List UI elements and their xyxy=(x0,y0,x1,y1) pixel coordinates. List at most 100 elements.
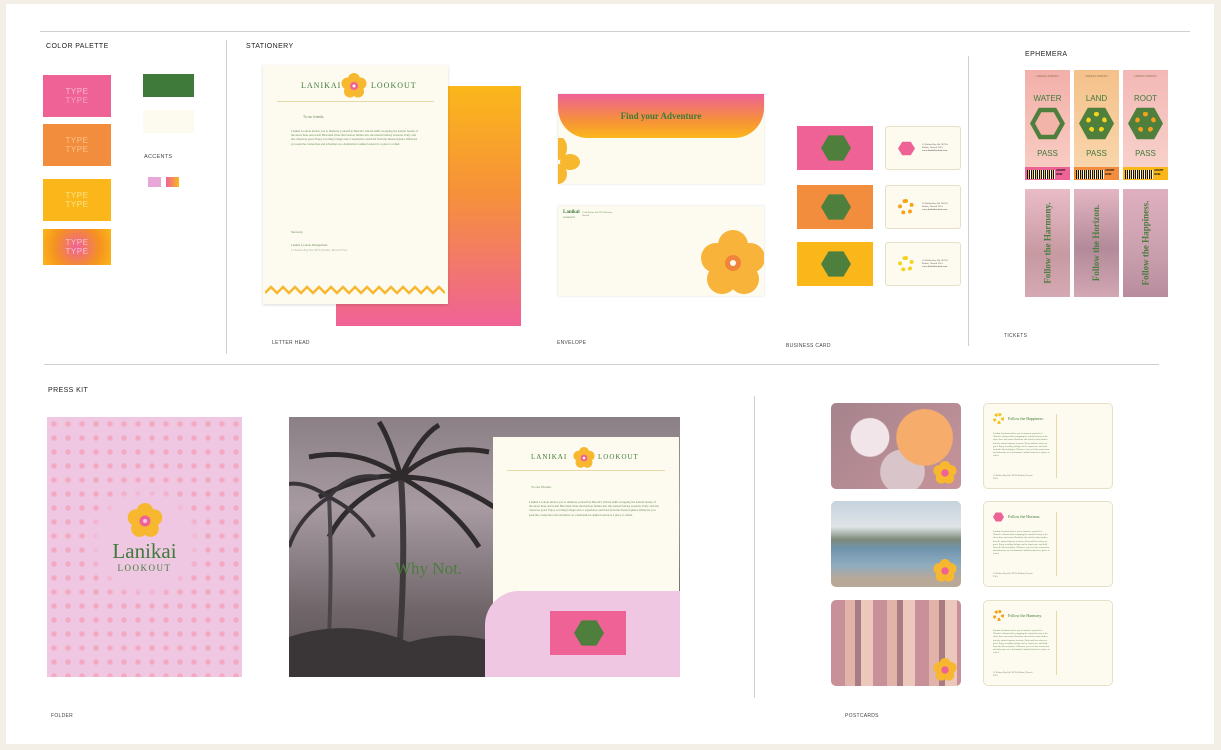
press-kit-tagline: Why Not. xyxy=(395,559,463,578)
card-back-sun-icon xyxy=(898,199,914,215)
card-hex-logo-icon xyxy=(821,251,851,277)
postcard-title: Follow the Harmony. xyxy=(1008,613,1043,618)
postcard-title: Follow the Happiness. xyxy=(1008,416,1044,421)
postcard-title: Follow the Horizon. xyxy=(1008,514,1041,519)
swatch-yellow-text1: TYPE xyxy=(65,191,89,200)
envelope-flap-text: Find your Adventure xyxy=(620,111,702,121)
divider-palette xyxy=(226,40,227,354)
mood-board: COLOR PALETTE TYPE TYPE TYPE TYPE TYPE T… xyxy=(6,4,1214,744)
letterhead-sheet: LANIKAI LOOKOUT To our friends, Lanikai … xyxy=(263,65,448,304)
ticket-brand: LANIKAI LOOKOUT xyxy=(1134,75,1157,78)
card-hex-logo-icon xyxy=(821,135,851,161)
ticket-sun-icon xyxy=(1135,112,1156,133)
postcard-sun-icon xyxy=(993,413,1004,424)
folder-brand-sub: LOOKOUT xyxy=(117,563,172,573)
postcard-flower-badge-icon xyxy=(933,658,957,681)
mid-divider xyxy=(44,364,1159,365)
letter-closing: Sincerely, xyxy=(291,230,303,234)
envelope-return-addr: 1234 Kailua Rd 96734 Kailua, Hawaii xyxy=(582,211,613,217)
card-web: www.lanikailookout.com xyxy=(922,149,948,152)
press-letter-brand-word2: LOOKOUT xyxy=(598,453,639,461)
press-kit-card xyxy=(550,611,626,655)
swatch-orange-text2: TYPE xyxy=(65,145,89,154)
press-letter-rule xyxy=(507,470,665,471)
envelope-back: Find your Adventure xyxy=(558,94,764,184)
folder: Lanikai LOOKOUT xyxy=(47,417,242,677)
letterhead-brand-word1: LANIKAI xyxy=(301,81,342,90)
accents-label: ACCENTS xyxy=(144,154,173,160)
postcard-back-2: Follow the Horizon. Lanikai Lookout invi… xyxy=(983,501,1113,587)
ticket-admit: ADMIT ONE xyxy=(1056,168,1066,176)
card-back-2: 12 Kailua Bay Rd. 96734 Kailua, Hawaii U… xyxy=(885,185,961,229)
ticket-root: LANIKAI LOOKOUT ROOT PASS ADMIT ONE xyxy=(1123,70,1168,180)
tickets-label: TICKETS xyxy=(1004,333,1028,339)
letter-body: Lanikai Lookout invites you to immerse y… xyxy=(291,129,419,146)
section-title-press-kit: PRESS KIT xyxy=(48,387,89,394)
vticket-horizon: Follow the Horizon. xyxy=(1074,189,1119,297)
flower-logo-icon xyxy=(341,73,367,98)
letter-address: 12 Kailua Bay Rd. 96734 Kailua, Hawaii U… xyxy=(291,248,348,252)
folder-brand-name: Lanikai xyxy=(112,539,177,563)
postcard-divider xyxy=(1056,611,1057,675)
swatch-gradient-text1: TYPE xyxy=(65,238,89,247)
card-web: www.lanikailookout.com xyxy=(922,265,948,268)
ticket-water: LANIKAI LOOKOUT WATER PASS ADMIT ONE xyxy=(1025,70,1070,180)
section-title-stationery: STATIONERY xyxy=(246,43,294,50)
ticket-title: WATER xyxy=(1033,94,1062,103)
vticket-harmony: Follow the Harmony. xyxy=(1025,189,1070,297)
postcard-body: Lanikai Lookout invites you to immerse y… xyxy=(993,629,1050,655)
postcard-flower-badge-icon xyxy=(933,461,957,484)
swatch-pink-text2: TYPE xyxy=(65,96,89,105)
vticket-text: Follow the Horizon. xyxy=(1091,204,1102,282)
card-hex-logo-icon xyxy=(821,194,851,220)
section-title-ephemera: EPHEMERA xyxy=(1025,51,1068,58)
postcard-divider xyxy=(1056,512,1057,576)
letter-signature: Lanikai Lookout Management xyxy=(291,243,328,247)
business-card-label: BUSINESS CARD xyxy=(786,343,831,349)
postcard-address: 12 Kailua Bay Rd. 96734 Kailua, Hawaii U… xyxy=(993,572,1033,579)
envelope-return-name: Lanikai xyxy=(563,210,580,215)
swatch-gradient-text2: TYPE xyxy=(65,247,89,256)
ticket-barcode xyxy=(1076,170,1104,179)
letterhead-rule xyxy=(277,101,434,102)
press-card-hex-icon xyxy=(574,620,604,646)
postcard-sun-icon xyxy=(993,610,1004,621)
card-front-yellow xyxy=(797,242,873,286)
postcard-image-surfboards xyxy=(831,600,961,686)
press-flower-logo-icon xyxy=(573,447,595,468)
ticket-brand: LANIKAI LOOKOUT xyxy=(1036,75,1059,78)
press-letter-brand-word1: LANIKAI xyxy=(531,453,568,461)
press-letter-greeting: To our friends, xyxy=(531,485,552,489)
top-divider xyxy=(40,31,1190,32)
envelope-return-sub: LOOKOUT xyxy=(563,216,576,219)
letterhead-brand-word2: LOOKOUT xyxy=(371,81,417,90)
folder-label: FOLDER xyxy=(51,713,74,719)
swatch-cream xyxy=(143,110,194,133)
divider-ephemera xyxy=(968,56,969,346)
swatch-gradient: TYPE TYPE xyxy=(43,229,111,265)
postcard-hex-icon xyxy=(993,512,1004,522)
card-front-orange xyxy=(797,185,873,229)
press-kit-spread: Why Not. LANIKAI LOOKOUT To our friends,… xyxy=(289,417,680,677)
swatch-yellow: TYPE TYPE xyxy=(43,179,111,221)
card-back-hex-icon xyxy=(898,141,915,156)
accent-lilac xyxy=(148,177,161,187)
ticket-brand: LANIKAI LOOKOUT xyxy=(1085,75,1108,78)
accent-gradient xyxy=(166,177,179,187)
envelope-front-flower-icon xyxy=(701,230,764,294)
ticket-sun-icon xyxy=(1086,112,1107,133)
ticket-barcode xyxy=(1125,170,1153,179)
vticket-text: Follow the Happiness. xyxy=(1140,200,1151,286)
divider-postcards xyxy=(754,396,755,698)
ticket-admit: ADMIT ONE xyxy=(1154,168,1164,176)
ticket-title: LAND xyxy=(1085,94,1108,103)
postcard-body: Lanikai Lookout invites you to immerse y… xyxy=(993,432,1050,458)
ticket-title: ROOT xyxy=(1133,94,1158,103)
swatch-pink: TYPE TYPE xyxy=(43,75,111,117)
swatch-orange: TYPE TYPE xyxy=(43,124,111,166)
ticket-admit: ADMIT ONE xyxy=(1105,168,1115,176)
letter-greeting: To our friends, xyxy=(303,115,325,119)
ticket-pass: PASS xyxy=(1037,149,1058,158)
ticket-barcode xyxy=(1027,170,1055,179)
card-web: www.lanikailookout.com xyxy=(922,208,948,211)
